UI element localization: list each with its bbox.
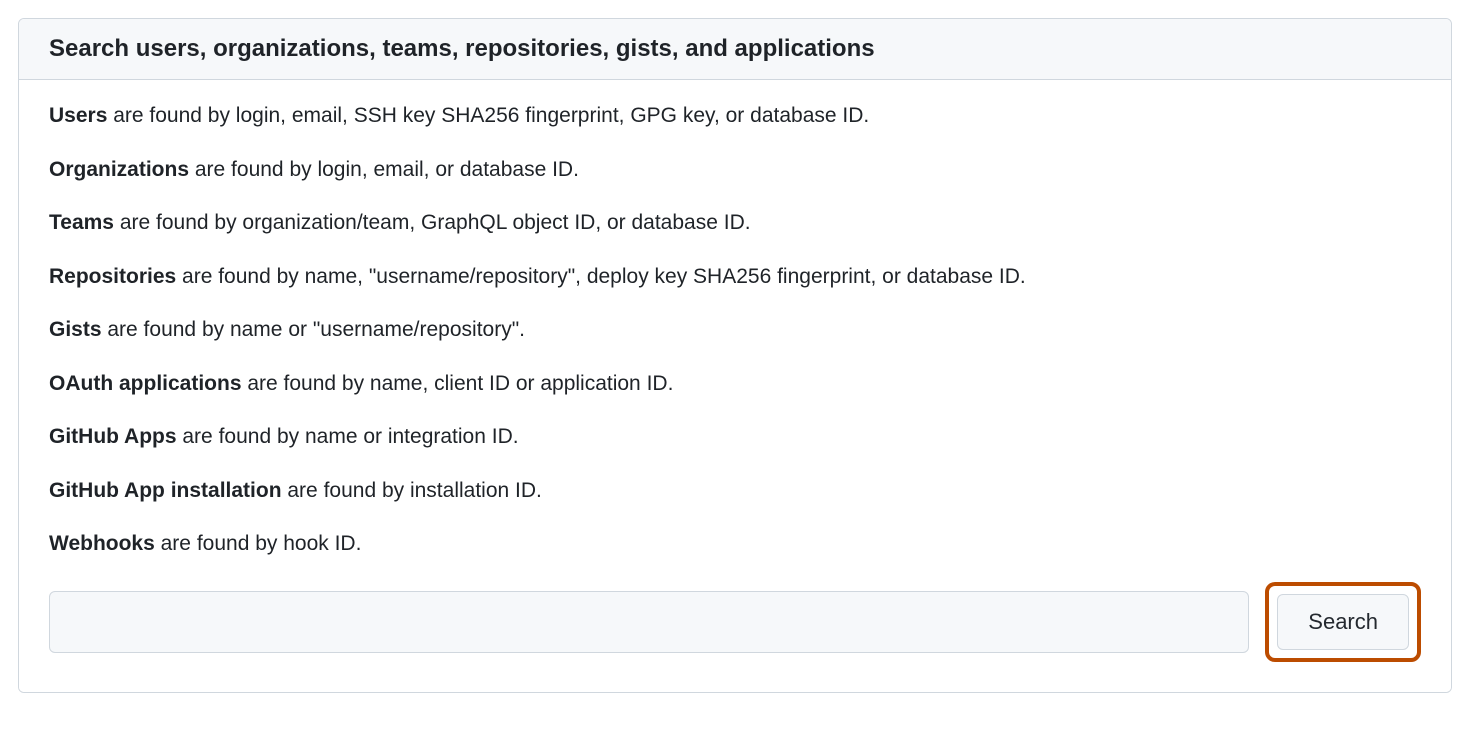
- help-label-github-app-installation: GitHub App installation: [49, 479, 282, 502]
- help-line-gists: Gists are found by name or "username/rep…: [49, 314, 1421, 346]
- search-button-highlight: Search: [1265, 582, 1421, 662]
- help-text-organizations: are found by login, email, or database I…: [189, 158, 579, 181]
- help-text-oauth: are found by name, client ID or applicat…: [242, 372, 674, 395]
- help-line-repositories: Repositories are found by name, "usernam…: [49, 261, 1421, 293]
- help-text-gists: are found by name or "username/repositor…: [102, 318, 525, 341]
- help-label-webhooks: Webhooks: [49, 532, 155, 555]
- help-line-oauth: OAuth applications are found by name, cl…: [49, 368, 1421, 400]
- help-text-github-app-installation: are found by installation ID.: [282, 479, 542, 502]
- help-label-github-apps: GitHub Apps: [49, 425, 177, 448]
- search-row: Search: [49, 582, 1421, 662]
- help-text-users: are found by login, email, SSH key SHA25…: [107, 104, 869, 127]
- help-line-teams: Teams are found by organization/team, Gr…: [49, 207, 1421, 239]
- help-text-repositories: are found by name, "username/repository"…: [176, 265, 1026, 288]
- panel-body: Users are found by login, email, SSH key…: [19, 80, 1451, 692]
- panel-title: Search users, organizations, teams, repo…: [49, 35, 1421, 63]
- help-label-repositories: Repositories: [49, 265, 176, 288]
- panel-header: Search users, organizations, teams, repo…: [19, 19, 1451, 80]
- search-button[interactable]: Search: [1277, 594, 1409, 650]
- help-label-teams: Teams: [49, 211, 114, 234]
- help-text-teams: are found by organization/team, GraphQL …: [114, 211, 751, 234]
- search-input[interactable]: [49, 591, 1249, 653]
- help-label-users: Users: [49, 104, 107, 127]
- help-line-organizations: Organizations are found by login, email,…: [49, 154, 1421, 186]
- help-label-organizations: Organizations: [49, 158, 189, 181]
- help-line-github-app-installation: GitHub App installation are found by ins…: [49, 475, 1421, 507]
- help-line-github-apps: GitHub Apps are found by name or integra…: [49, 421, 1421, 453]
- help-text-github-apps: are found by name or integration ID.: [177, 425, 519, 448]
- search-panel: Search users, organizations, teams, repo…: [18, 18, 1452, 693]
- help-line-webhooks: Webhooks are found by hook ID.: [49, 528, 1421, 560]
- help-label-oauth: OAuth applications: [49, 372, 242, 395]
- help-label-gists: Gists: [49, 318, 102, 341]
- help-line-users: Users are found by login, email, SSH key…: [49, 100, 1421, 132]
- help-text-webhooks: are found by hook ID.: [155, 532, 362, 555]
